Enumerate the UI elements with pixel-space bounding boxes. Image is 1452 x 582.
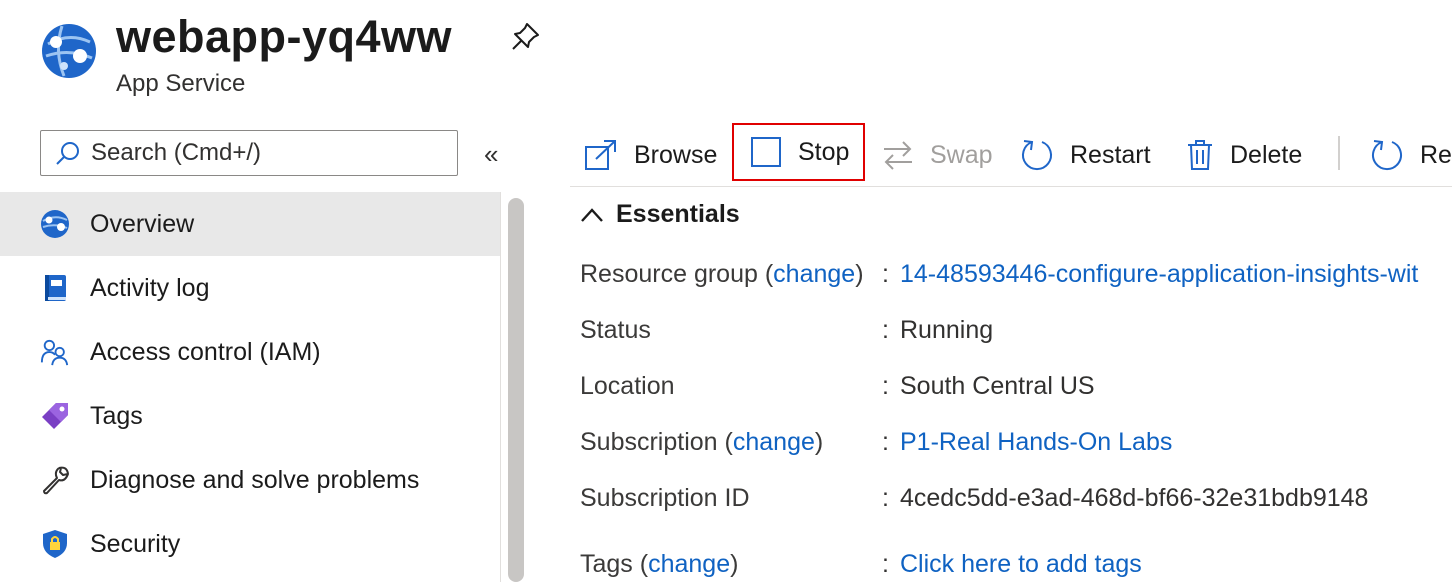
subscription-value: P1-Real Hands-On Labs — [900, 428, 1172, 457]
sidebar-item-security[interactable]: Security — [0, 512, 500, 576]
search-icon — [56, 142, 79, 165]
separator-colon: : — [882, 372, 889, 400]
status-value: Running — [900, 316, 994, 344]
browse-external-link-icon — [585, 140, 616, 170]
resource-group-link[interactable]: 14-48593446-configure-application-insigh… — [900, 260, 1418, 288]
sidebar-nav: Overview Activity log Access control (IA… — [0, 192, 500, 582]
sidebar-item-overview[interactable]: Overview — [0, 192, 500, 256]
swap-arrows-icon — [884, 141, 912, 170]
tag-icon — [40, 401, 70, 431]
stop-button[interactable]: Stop — [732, 123, 866, 181]
location-value: South Central US — [900, 372, 1095, 400]
restart-icon — [1022, 140, 1052, 170]
delete-button[interactable]: Delete — [1186, 130, 1302, 180]
swap-label: Swap — [930, 140, 993, 169]
stop-square-icon — [751, 137, 781, 167]
stop-label: Stop — [798, 137, 850, 166]
browse-label: Browse — [634, 140, 718, 169]
tags-label: Tags (change) — [580, 550, 739, 578]
shield-lock-icon — [40, 529, 70, 559]
chevron-up-icon — [581, 207, 603, 222]
people-icon — [40, 337, 70, 367]
sidebar-item-label: Diagnose and solve problems — [90, 465, 420, 494]
separator-colon: : — [882, 484, 889, 512]
toolbar-separator — [1338, 136, 1340, 170]
browse-button[interactable]: Browse — [584, 130, 717, 180]
add-tags-link[interactable]: Click here to add tags — [900, 550, 1142, 578]
sidebar-item-tags[interactable]: Tags — [0, 384, 500, 448]
tags-value: Click here to add tags — [900, 550, 1142, 579]
refresh-button[interactable]: Refresh — [1370, 130, 1452, 180]
restart-button[interactable]: Restart — [1020, 130, 1151, 180]
delete-trash-icon — [1188, 140, 1212, 170]
restart-label: Restart — [1070, 140, 1151, 169]
sidebar-divider — [500, 192, 501, 582]
collapse-sidebar-button[interactable]: « — [484, 140, 498, 168]
sidebar-item-diagnose[interactable]: Diagnose and solve problems — [0, 448, 500, 512]
search-input[interactable] — [91, 139, 431, 167]
toolbar-divider — [570, 186, 1452, 187]
sidebar-item-label: Overview — [90, 209, 195, 238]
swap-button[interactable]: Swap — [882, 130, 993, 180]
separator-colon: : — [882, 260, 889, 288]
pin-icon[interactable] — [508, 20, 542, 54]
search-box[interactable] — [40, 130, 458, 176]
sidebar-item-label: Security — [90, 529, 181, 558]
sidebar-item-label: Activity log — [90, 273, 210, 302]
sidebar-item-label: Tags — [90, 401, 143, 430]
sidebar-item-label: Access control (IAM) — [90, 337, 321, 366]
app-service-globe-icon — [40, 209, 70, 239]
status-label: Status — [580, 316, 651, 344]
delete-label: Delete — [1230, 140, 1303, 169]
resource-group-label: Resource group (change) — [580, 260, 864, 288]
essentials-title: Essentials — [616, 200, 740, 228]
refresh-icon — [1372, 140, 1402, 170]
app-service-globe-icon — [42, 24, 96, 78]
wrench-icon — [40, 465, 70, 495]
essentials-toggle[interactable]: Essentials — [580, 200, 740, 229]
activity-log-book-icon — [40, 273, 70, 303]
subscription-id-label: Subscription ID — [580, 484, 750, 512]
location-label: Location — [580, 372, 675, 400]
page-subtitle: App Service — [116, 70, 246, 97]
sidebar-scrollbar-thumb[interactable] — [508, 198, 524, 582]
separator-colon: : — [882, 550, 889, 578]
change-resource-group-link[interactable]: change — [773, 260, 855, 288]
refresh-label: Refresh — [1420, 140, 1452, 169]
separator-colon: : — [882, 316, 889, 344]
subscription-link[interactable]: P1-Real Hands-On Labs — [900, 428, 1172, 456]
change-tags-link[interactable]: change — [648, 550, 730, 578]
separator-colon: : — [882, 428, 889, 456]
page-title: webapp-yq4ww — [116, 11, 453, 62]
sidebar-item-access-control[interactable]: Access control (IAM) — [0, 320, 500, 384]
sidebar-item-activity-log[interactable]: Activity log — [0, 256, 500, 320]
change-subscription-link[interactable]: change — [733, 428, 815, 456]
resource-group-value: 14-48593446-configure-application-insigh… — [900, 260, 1452, 289]
subscription-label: Subscription (change) — [580, 428, 824, 456]
subscription-id-value: 4cedc5dd-e3ad-468d-bf66-32e31bdb9148 — [900, 484, 1369, 512]
